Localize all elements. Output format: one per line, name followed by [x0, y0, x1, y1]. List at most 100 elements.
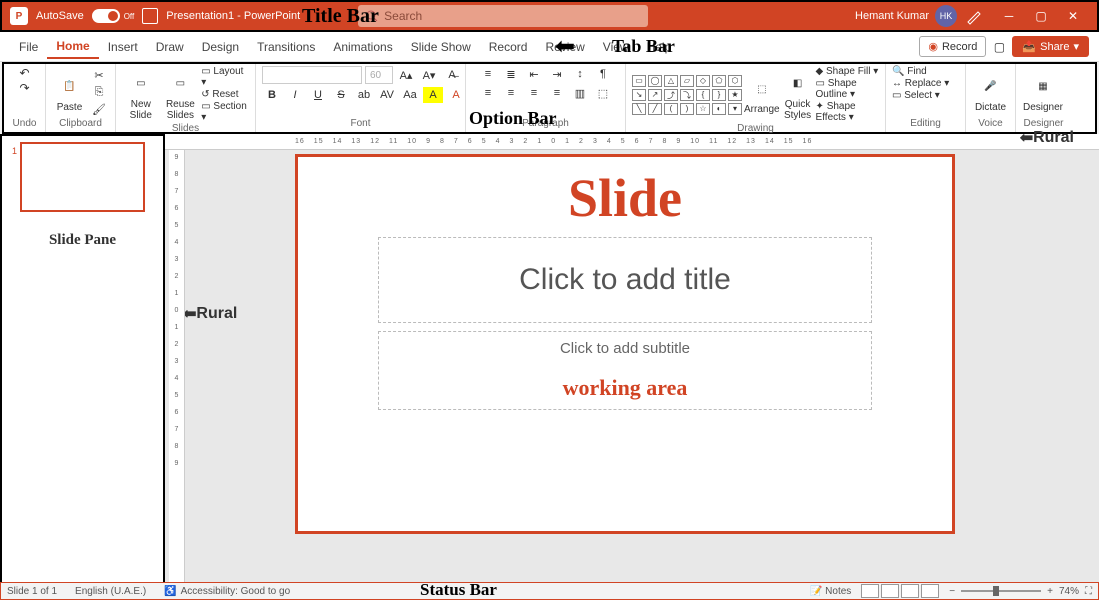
designer-label: Designer [1023, 102, 1063, 113]
tab-record[interactable]: Record [480, 36, 537, 58]
shape-outline-button[interactable]: ▭ Shape Outline ▾ [816, 78, 879, 100]
present-icon[interactable]: ▢ [986, 40, 1012, 54]
strike-button[interactable]: S [331, 87, 351, 103]
font-color-button[interactable]: A [446, 87, 466, 103]
tab-animations[interactable]: Animations [324, 36, 401, 58]
new-slide-button[interactable]: ▭New Slide [122, 69, 160, 121]
dictate-button[interactable]: 🎤Dictate [972, 72, 1009, 113]
find-button[interactable]: 🔍 Find [892, 66, 927, 77]
user-avatar[interactable]: HK [935, 5, 957, 27]
zoom-slider[interactable] [961, 590, 1041, 592]
save-icon[interactable] [142, 8, 158, 24]
workingarea-annotation: working area [389, 375, 861, 401]
minimize-button[interactable]: ─ [993, 2, 1025, 30]
pen-icon[interactable] [965, 7, 983, 25]
user-name[interactable]: Hemant Kumar [855, 10, 929, 22]
slide-thumbnail[interactable]: 1 [20, 142, 145, 212]
tab-draw[interactable]: Draw [147, 36, 193, 58]
horizontal-ruler[interactable]: 1615141312111098765432101234567891011121… [165, 134, 1099, 150]
slide-canvas[interactable]: Slide Click to add title Click to add su… [295, 154, 955, 534]
fit-window-icon[interactable]: ⛶ [1085, 586, 1092, 597]
slide-pane[interactable]: 1 Slide Pane [0, 134, 165, 586]
indent-more-icon[interactable]: ⇥ [547, 66, 567, 82]
search-placeholder: Search [384, 9, 422, 23]
justify-icon[interactable]: ≡ [547, 85, 567, 101]
redo-icon[interactable]: ↷ [19, 81, 29, 95]
view-buttons[interactable] [861, 584, 939, 598]
tab-file[interactable]: File [10, 36, 47, 58]
line-spacing-icon[interactable]: ↕ [570, 66, 590, 82]
cut-icon[interactable]: ✂ [89, 67, 109, 83]
accessibility-status[interactable]: Accessibility: Good to go [181, 586, 291, 597]
maximize-button[interactable]: ▢ [1025, 2, 1057, 30]
italic-button[interactable]: I [285, 87, 305, 103]
align-right-icon[interactable]: ≡ [524, 85, 544, 101]
bold-button[interactable]: B [262, 87, 282, 103]
reuse-slides-button[interactable]: ▭Reuse Slides [162, 69, 200, 121]
bullets-icon[interactable]: ≡ [478, 66, 498, 82]
share-button[interactable]: 📤 Share ▾ [1012, 36, 1089, 57]
shapes-gallery[interactable]: ▭◯△▱◇⬠⬡ ↘↗⤴⤵{}★ ╲╱()☆◐▾ [632, 75, 742, 115]
tab-transitions[interactable]: Transitions [248, 36, 324, 58]
case-button[interactable]: Aa [400, 87, 420, 103]
undo-icon[interactable]: ↶ [19, 66, 29, 80]
clear-format-icon[interactable]: A̶ [442, 67, 462, 83]
designer-button[interactable]: ▦Designer [1022, 72, 1064, 113]
title-bar: P AutoSave Off Presentation1 - PowerPoin… [0, 0, 1099, 32]
format-painter-icon[interactable]: 🖌 [89, 101, 109, 117]
language-indicator[interactable]: English (U.A.E.) [75, 586, 146, 597]
tabbar-annotation: Tab Bar [612, 36, 675, 57]
smartart-icon[interactable]: ⬚ [593, 85, 613, 101]
record-button[interactable]: ◉Record [919, 36, 986, 57]
font-size-box[interactable]: 60 [365, 66, 393, 84]
tab-design[interactable]: Design [193, 36, 248, 58]
shape-fill-button[interactable]: ◆ Shape Fill ▾ [816, 66, 879, 77]
align-center-icon[interactable]: ≡ [501, 85, 521, 101]
layout-button[interactable]: ▭ Layout ▾ [201, 66, 249, 88]
vertical-ruler[interactable]: 9876543210123456789 [169, 150, 185, 586]
columns-icon[interactable]: ▥ [570, 85, 590, 101]
replace-button[interactable]: ↔ Replace ▾ [892, 78, 949, 89]
zoom-in-icon[interactable]: + [1047, 586, 1053, 597]
arrange-button[interactable]: ⬚Arrange [744, 74, 780, 115]
group-voice: Voice [972, 118, 1009, 130]
status-bar: Slide 1 of 1 English (U.A.E.) ♿ Accessib… [0, 582, 1099, 600]
zoom-out-icon[interactable]: − [949, 586, 955, 597]
text-direction-icon[interactable]: ¶ [593, 66, 613, 82]
group-editing: Editing [892, 118, 959, 130]
slidepane-annotation: Slide Pane [2, 232, 163, 249]
autosave-toggle[interactable]: AutoSave Off [36, 9, 134, 23]
numbering-icon[interactable]: ≣ [501, 66, 521, 82]
reset-button[interactable]: ↺ Reset [201, 89, 249, 100]
spacing-button[interactable]: AV [377, 87, 397, 103]
title-placeholder[interactable]: Click to add title [378, 237, 872, 323]
toggle-switch[interactable] [92, 9, 120, 23]
search-box[interactable]: Search [358, 5, 648, 27]
increase-font-icon[interactable]: A▴ [396, 67, 416, 83]
zoom-control[interactable]: − + 74% ⛶ [949, 586, 1092, 597]
accessibility-icon[interactable]: ♿ [164, 586, 176, 597]
underline-button[interactable]: U [308, 87, 328, 103]
notes-button[interactable]: 📝 Notes [810, 586, 851, 597]
close-button[interactable]: ✕ [1057, 2, 1089, 30]
font-name-box[interactable] [262, 66, 362, 84]
quick-styles-button[interactable]: ◧Quick Styles [782, 69, 814, 121]
copy-icon[interactable]: ⎘ [89, 84, 109, 100]
zoom-value[interactable]: 74% [1059, 586, 1079, 597]
decrease-font-icon[interactable]: A▾ [419, 67, 439, 83]
slide-counter[interactable]: Slide 1 of 1 [7, 586, 57, 597]
arrange-label: Arrange [744, 104, 780, 115]
tab-home[interactable]: Home [47, 35, 98, 59]
shadow-button[interactable]: ab [354, 87, 374, 103]
subtitle-placeholder[interactable]: Click to add subtitle working area [378, 331, 872, 410]
section-button[interactable]: ▭ Section ▾ [201, 101, 249, 123]
highlight-button[interactable]: A [423, 87, 443, 103]
statusbar-annotation: Status Bar [420, 580, 497, 600]
indent-less-icon[interactable]: ⇤ [524, 66, 544, 82]
select-button[interactable]: ▭ Select ▾ [892, 90, 940, 101]
align-left-icon[interactable]: ≡ [478, 85, 498, 101]
tab-slideshow[interactable]: Slide Show [402, 36, 480, 58]
tab-insert[interactable]: Insert [99, 36, 147, 58]
shape-effects-button[interactable]: ✦ Shape Effects ▾ [816, 101, 879, 123]
paste-button[interactable]: 📋Paste [52, 72, 87, 113]
